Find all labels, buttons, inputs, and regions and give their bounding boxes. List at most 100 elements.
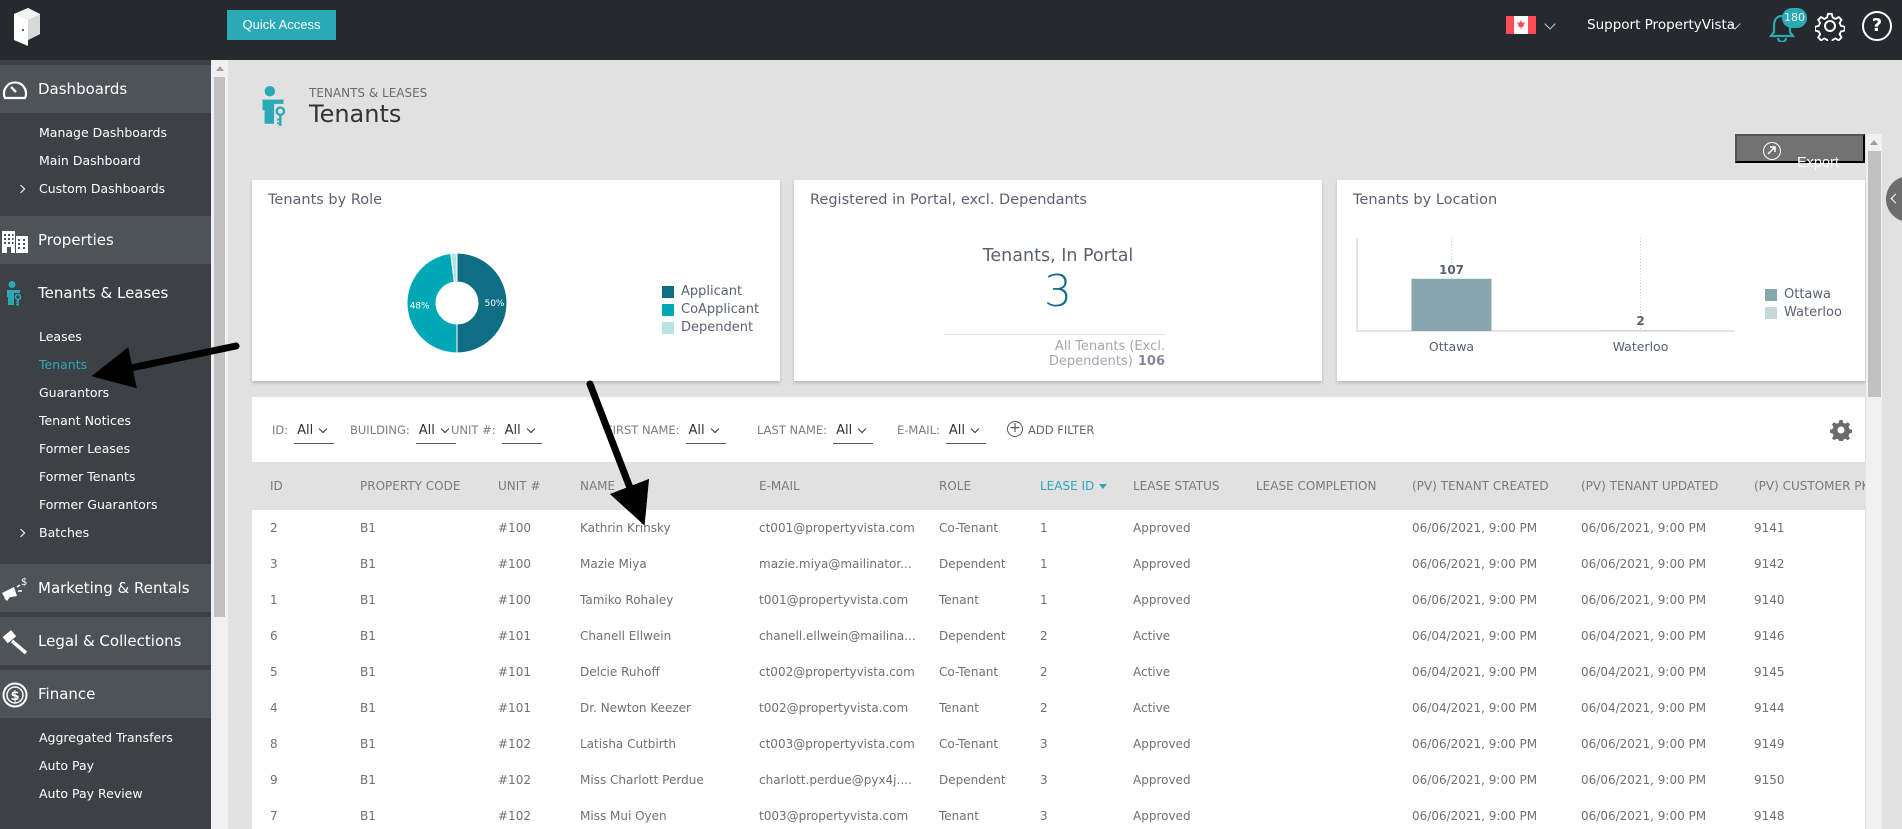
column-header-lease-id[interactable]: LEASE ID <box>1040 462 1108 510</box>
column-header-label: (PV) CUSTOMER PK <box>1754 479 1865 493</box>
table-row[interactable]: 7 B1 #102 Miss Mui Oyen t003@propertyvista.c… <box>252 798 1865 829</box>
sidebar-item-former-guarantors[interactable]: Former Guarantors <box>0 491 211 519</box>
legend-item-applicant[interactable]: Applicant <box>662 283 742 301</box>
sidebar-section-legal-collections[interactable]: Legal & Collections <box>0 617 211 665</box>
sidebar-scrollbar[interactable] <box>211 60 228 829</box>
legend-item-dependent[interactable]: Dependent <box>662 319 753 337</box>
table-settings-gear-icon[interactable] <box>1830 419 1852 441</box>
help-icon[interactable]: ? <box>1862 11 1892 41</box>
sidebar-item-aggregated-transfers[interactable]: Aggregated Transfers <box>0 724 211 752</box>
user-menu[interactable]: Support PropertyVista <box>1587 17 1735 33</box>
column-header-id[interactable]: ID <box>270 462 283 510</box>
locale-chevron-down-icon[interactable] <box>1544 18 1556 30</box>
cell-lease-id: 2 <box>1040 701 1048 715</box>
donut-data-label: 48% <box>410 301 430 311</box>
main-scrollbar-thumb[interactable] <box>1868 151 1881 397</box>
table-row[interactable]: 1 B1 #100 Tamiko Rohaley t001@propertyvista.… <box>252 582 1865 618</box>
legend-item-ottawa[interactable]: Ottawa <box>1765 286 1831 304</box>
sidebar-section-properties[interactable]: Properties <box>0 216 211 264</box>
table-row[interactable]: 9 B1 #102 Miss Charlott Perdue charlott.perd… <box>252 762 1865 798</box>
table-row[interactable]: 4 B1 #101 Dr. Newton Keezer t002@propertyvis… <box>252 690 1865 726</box>
column-header-pv-tenant-updated[interactable]: (PV) TENANT UPDATED <box>1581 462 1718 510</box>
cell-lease-id: 3 <box>1040 737 1048 751</box>
sidebar-item-former-leases[interactable]: Former Leases <box>0 435 211 463</box>
scroll-up-arrow-icon[interactable] <box>1870 140 1878 145</box>
kpi-sub-value[interactable]: 106 <box>1138 354 1165 369</box>
sidebar-item-batches[interactable]: Batches <box>0 519 211 547</box>
cell-lease-id: 2 <box>1040 629 1048 643</box>
cell-property-code: B1 <box>360 809 376 823</box>
filter-dropdown[interactable]: All <box>945 423 986 444</box>
cell-id: 3 <box>270 557 278 571</box>
filter-dropdown[interactable]: All <box>685 423 726 444</box>
side-panel-toggle[interactable] <box>1886 176 1902 222</box>
app-logo-icon[interactable] <box>12 6 42 46</box>
sidebar-item-main-dashboard[interactable]: Main Dashboard <box>0 147 211 175</box>
sidebar-item-guarantors[interactable]: Guarantors <box>0 379 211 407</box>
sidebar-section-label: Marketing & Rentals <box>38 579 190 597</box>
chevron-down-icon <box>970 424 980 434</box>
add-filter-button[interactable]: + ADD FILTER <box>1007 421 1094 437</box>
table-row[interactable]: 2 B1 #100 Kathrin Krinsky ct001@propertyvist… <box>252 510 1865 546</box>
column-header-pv-tenant-created[interactable]: (PV) TENANT CREATED <box>1412 462 1549 510</box>
bar-ottawa[interactable] <box>1411 278 1492 331</box>
sidebar-item-tenant-notices[interactable]: Tenant Notices <box>0 407 211 435</box>
table-row[interactable]: 5 B1 #101 Delcie Ruhoff ct002@propertyvista.… <box>252 654 1865 690</box>
filter-dropdown[interactable]: All <box>294 423 335 444</box>
breadcrumb[interactable]: TENANTS & LEASES <box>309 86 427 100</box>
quick-access-button[interactable]: Quick Access <box>227 10 336 40</box>
sidebar-item-auto-pay[interactable]: Auto Pay <box>0 752 211 780</box>
cell-property-code: B1 <box>360 701 376 715</box>
sidebar-item-former-tenants[interactable]: Former Tenants <box>0 463 211 491</box>
filter-dropdown[interactable]: All <box>501 423 542 444</box>
bar-waterloo[interactable] <box>1600 330 1681 331</box>
cell-lease-id: 3 <box>1040 809 1048 823</box>
legend-label: CoApplicant <box>681 302 760 317</box>
chevron-right-icon[interactable] <box>16 184 26 194</box>
legend-swatch <box>662 286 674 298</box>
filter-id: ID: All <box>272 423 335 444</box>
column-header-property-code[interactable]: PROPERTY CODE <box>360 462 460 510</box>
column-header-name[interactable]: NAME <box>580 462 615 510</box>
sidebar-section-dashboards[interactable]: Dashboards <box>0 65 211 113</box>
sidebar-item-tenants[interactable]: Tenants <box>0 351 211 379</box>
table-body: 2 B1 #100 Kathrin Krinsky ct001@propertyvist… <box>252 510 1865 829</box>
cell-pv-customer-pk: 9144 <box>1754 701 1785 715</box>
filter-dropdown[interactable]: All <box>415 423 456 444</box>
legend-item-waterloo[interactable]: Waterloo <box>1765 304 1842 322</box>
filter-dropdown[interactable]: All <box>833 423 874 444</box>
sidebar-section-label: Properties <box>38 231 114 249</box>
column-header-lease-completion[interactable]: LEASE COMPLETION <box>1256 462 1376 510</box>
sidebar-section-finance[interactable]: $ Finance <box>0 670 211 718</box>
sidebar-item-leases[interactable]: Leases <box>0 323 211 351</box>
column-header-unit[interactable]: UNIT # <box>498 462 541 510</box>
cell-pv-tenant-updated: 06/06/2021, 9:00 PM <box>1581 593 1707 607</box>
column-header-lease-status[interactable]: LEASE STATUS <box>1133 462 1220 510</box>
column-header-pv-customer-pk[interactable]: (PV) CUSTOMER PK <box>1754 462 1865 510</box>
location-bar-chart: 107 Ottawa 2 Waterloo <box>1356 238 1735 354</box>
column-header-e-mail[interactable]: E-MAIL <box>759 462 800 510</box>
cell-e-mail: ct003@propertyvista.com <box>759 737 915 751</box>
kpi-value[interactable]: 3 <box>794 266 1322 317</box>
chevron-right-icon[interactable] <box>16 528 26 538</box>
scroll-up-arrow-icon[interactable] <box>216 66 224 71</box>
table-row[interactable]: 8 B1 #102 Latisha Cutbirth ct003@propertyvis… <box>252 726 1865 762</box>
main-scrollbar[interactable] <box>1866 134 1882 829</box>
cell-e-mail: ct001@propertyvista.com <box>759 521 915 535</box>
sidebar-scrollbar-thumb[interactable] <box>214 77 225 617</box>
table-row[interactable]: 3 B1 #100 Mazie Miya mazie.miya@mailinator..… <box>252 546 1865 582</box>
sidebar-item-manage-dashboards[interactable]: Manage Dashboards <box>0 119 211 147</box>
sidebar-item-custom-dashboards[interactable]: Custom Dashboards <box>0 175 211 203</box>
cell-unit: #101 <box>498 665 531 679</box>
sidebar-section-tenants-leases[interactable]: Tenants & Leases <box>0 269 211 317</box>
sidebar-item-auto-pay-review[interactable]: Auto Pay Review <box>0 780 211 808</box>
cell-lease-status: Approved <box>1133 773 1191 787</box>
canada-flag-icon[interactable] <box>1506 16 1536 34</box>
export-button[interactable]: Export <box>1735 134 1865 171</box>
legend-item-coapplicant[interactable]: CoApplicant <box>662 301 759 319</box>
cell-name: Delcie Ruhoff <box>580 665 660 679</box>
column-header-role[interactable]: ROLE <box>939 462 971 510</box>
table-row[interactable]: 6 B1 #101 Chanell Ellwein chanell.ellwein@ma… <box>252 618 1865 654</box>
sidebar-section-marketing-rentals[interactable]: $ Marketing & Rentals <box>0 564 211 612</box>
settings-gear-icon[interactable] <box>1815 11 1845 41</box>
